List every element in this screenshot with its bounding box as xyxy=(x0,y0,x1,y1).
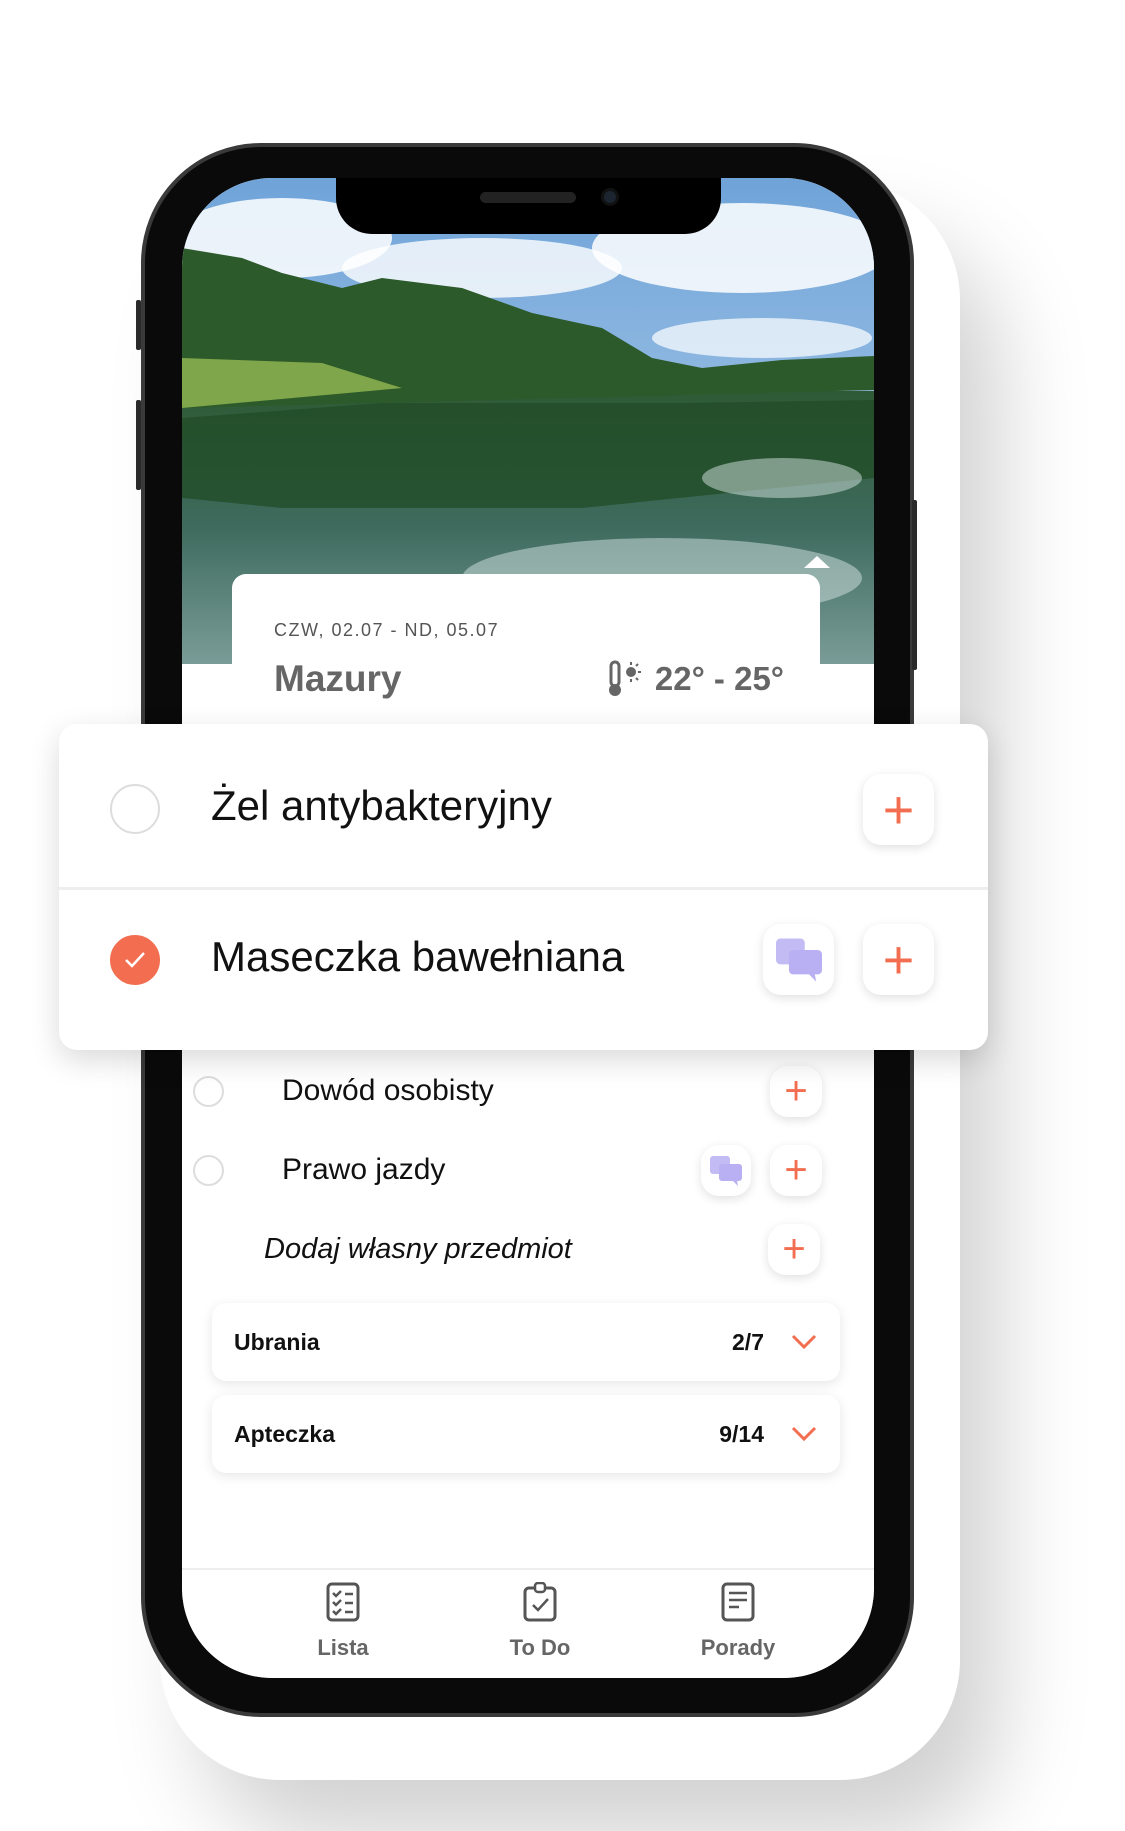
list-item: Prawo jazdy + xyxy=(182,1135,874,1205)
item-label: Żel antybakteryjny xyxy=(211,782,552,829)
tab-bar: Lista To Do Porady xyxy=(182,1568,874,1678)
add-button[interactable]: + xyxy=(770,1066,822,1117)
item-checkbox[interactable] xyxy=(193,1155,224,1186)
category-name: Ubrania xyxy=(234,1329,320,1355)
add-button[interactable]: + xyxy=(863,924,934,995)
tab-porady[interactable]: Porady xyxy=(658,1582,818,1661)
phone-button xyxy=(136,300,141,350)
temperature-value: 22° - 25° xyxy=(654,660,784,697)
tab-lista[interactable]: Lista xyxy=(263,1582,423,1661)
item-checkbox[interactable] xyxy=(193,1076,224,1107)
trip-info-card[interactable]: CZW, 02.07 - ND, 05.07 Mazury 22° - 25° xyxy=(232,574,820,734)
plus-icon: + xyxy=(784,1069,808,1113)
featured-item: Maseczka bawełniana + xyxy=(59,887,988,1050)
checklist-icon xyxy=(326,1582,360,1622)
category-count: 2/7 xyxy=(732,1329,764,1355)
trip-temperature: 22° - 25° xyxy=(607,660,784,698)
item-label: Maseczka bawełniana xyxy=(211,933,625,980)
plus-icon: + xyxy=(784,1148,808,1192)
chat-bubbles-icon xyxy=(710,1155,742,1186)
phone-notch xyxy=(336,178,721,234)
trip-dates: CZW, 02.07 - ND, 05.07 xyxy=(274,620,500,640)
trip-place: Mazury xyxy=(274,658,402,699)
tab-label: Porady xyxy=(700,1635,776,1660)
featured-item: Żel antybakteryjny + xyxy=(59,724,988,887)
phone-button xyxy=(136,400,141,490)
chat-bubbles-icon xyxy=(775,937,822,982)
clipboard-check-icon xyxy=(523,1581,557,1622)
tab-todo[interactable]: To Do xyxy=(460,1581,620,1661)
tab-label: To Do xyxy=(509,1635,571,1660)
category-count: 9/14 xyxy=(719,1421,764,1447)
category-apteczka[interactable]: Apteczka 9/14 xyxy=(212,1395,840,1473)
list-item: Dowód osobisty + xyxy=(182,1056,874,1126)
thermometer-sun-icon xyxy=(608,660,641,696)
comment-button[interactable] xyxy=(701,1145,751,1196)
item-label: Dowód osobisty xyxy=(282,1074,494,1107)
plus-icon: + xyxy=(882,929,915,990)
item-checkbox[interactable] xyxy=(110,784,160,834)
speaker xyxy=(480,192,576,203)
featured-items-card: Żel antybakteryjny + Maseczka bawełniana… xyxy=(59,724,988,1050)
item-label: Prawo jazdy xyxy=(282,1153,446,1186)
item-checkbox-checked[interactable] xyxy=(110,935,160,985)
category-ubrania[interactable]: Ubrania 2/7 xyxy=(212,1303,840,1381)
add-custom-button[interactable]: + xyxy=(768,1224,820,1275)
category-name: Apteczka xyxy=(234,1421,335,1447)
add-button[interactable]: + xyxy=(863,774,934,845)
add-button[interactable]: + xyxy=(770,1145,822,1196)
phone-button xyxy=(912,500,917,670)
check-icon xyxy=(125,952,145,968)
document-icon xyxy=(721,1582,755,1622)
plus-icon: + xyxy=(782,1227,806,1271)
camera xyxy=(601,188,619,206)
plus-icon: + xyxy=(882,779,915,840)
chevron-down-icon xyxy=(791,1334,817,1350)
tab-label: Lista xyxy=(317,1635,369,1660)
add-custom-item-input[interactable]: Dodaj własny przedmiot xyxy=(264,1233,572,1266)
collapse-caret-icon[interactable] xyxy=(804,556,830,568)
add-custom-item-row: Dodaj własny przedmiot + xyxy=(182,1215,874,1285)
comment-button[interactable] xyxy=(763,924,834,995)
chevron-down-icon xyxy=(791,1426,817,1442)
